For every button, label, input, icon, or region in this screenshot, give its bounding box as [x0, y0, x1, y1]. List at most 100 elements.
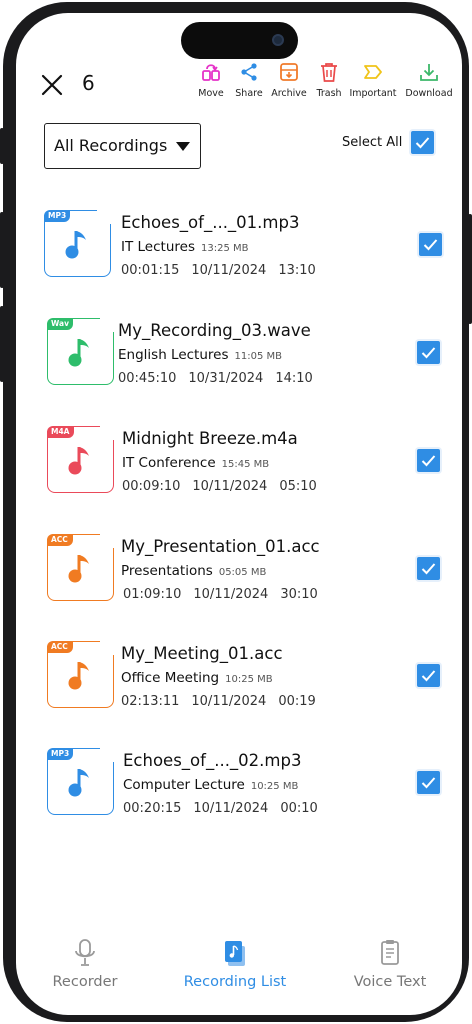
recording-name: Echoes_of_..._01.mp3: [121, 213, 300, 232]
recording-item[interactable]: M4A Midnight Breeze.m4a IT Conference 15:…: [16, 426, 462, 516]
recording-checkbox[interactable]: [417, 557, 440, 580]
nav-recording-list-label: Recording List: [183, 974, 287, 990]
recordings-filter-dropdown[interactable]: All Recordings: [44, 123, 201, 169]
time: 00:10: [280, 801, 318, 816]
audio-file-icon: M4A: [47, 426, 114, 493]
audio-file-icon: MP3: [47, 748, 114, 815]
duration: 00:20:15: [123, 801, 182, 816]
recording-name: My_Meeting_01.acc: [121, 644, 283, 663]
recording-item[interactable]: ACC My_Presentation_01.acc Presentations…: [16, 534, 462, 624]
important-tag-icon: [364, 65, 382, 79]
nav-recorder-label: Recorder: [52, 974, 118, 990]
checkmark-icon: [423, 239, 438, 251]
nav-recording-list[interactable]: Recording List: [165, 938, 305, 990]
duration: 02:13:11: [121, 694, 180, 709]
date: 10/11/2024: [191, 263, 267, 278]
recording-checkbox[interactable]: [417, 771, 440, 794]
recording-category: Office Meeting 10:25 MB: [121, 670, 273, 686]
recording-name: My_Recording_03.wave: [118, 321, 311, 340]
music-note-icon: [68, 555, 89, 583]
audio-file-icon: MP3: [44, 210, 111, 277]
time: 14:10: [275, 371, 313, 386]
microphone-icon: [75, 939, 95, 966]
recording-meta: 00:20:15 10/11/2024 00:10: [123, 801, 330, 816]
caret-down-icon: [176, 142, 190, 151]
file-size: 05:05 MB: [218, 567, 267, 578]
checkmark-icon: [421, 670, 436, 682]
checkmark-icon: [421, 455, 436, 467]
music-note-icon: [68, 447, 89, 475]
dynamic-island: [181, 22, 298, 59]
file-type-badge: MP3: [44, 210, 71, 222]
close-icon: [41, 74, 63, 96]
recording-list-icon: [225, 941, 245, 966]
recording-checkbox[interactable]: [417, 341, 440, 364]
checkmark-icon: [421, 563, 436, 575]
recording-name: My_Presentation_01.acc: [121, 537, 320, 556]
audio-file-icon: Wav: [47, 318, 114, 385]
filter-selected-value: All Recordings: [54, 136, 168, 155]
file-type-badge: M4A: [47, 426, 74, 438]
checkmark-icon: [415, 137, 430, 149]
phone-frame: 6 Move Share Archive Trash Important Dow…: [3, 2, 469, 1022]
date: 10/31/2024: [188, 371, 264, 386]
audio-file-icon: ACC: [47, 534, 114, 601]
nav-recorder[interactable]: Recorder: [16, 938, 155, 990]
recording-category: IT Lectures 13:25 MB: [121, 239, 249, 255]
trash-icon: [321, 63, 337, 82]
select-all-label: Select All: [342, 135, 403, 150]
checkmark-icon: [421, 347, 436, 359]
camera-icon: [272, 34, 284, 46]
recording-checkbox[interactable]: [417, 449, 440, 472]
archive-icon: [280, 63, 298, 81]
recording-meta: 01:09:10 10/11/2024 30:10: [123, 587, 330, 602]
recording-category: English Lectures 11:05 MB: [118, 347, 282, 363]
date: 10/11/2024: [193, 801, 269, 816]
voice-text-icon: [381, 940, 399, 965]
duration: 00:01:15: [121, 263, 180, 278]
download-button[interactable]: Download: [402, 61, 456, 99]
music-note-icon: [68, 769, 89, 797]
recording-checkbox[interactable]: [419, 233, 442, 256]
file-size: 10:25 MB: [225, 674, 273, 685]
date: 10/11/2024: [192, 479, 268, 494]
recording-meta: 02:13:11 10/11/2024 00:19: [121, 694, 328, 709]
recording-meta: 00:09:10 10/11/2024 05:10: [122, 479, 329, 494]
time: 05:10: [279, 479, 317, 494]
date: 10/11/2024: [191, 694, 267, 709]
recording-name: Echoes_of_..._02.mp3: [123, 751, 302, 770]
audio-file-icon: ACC: [47, 641, 114, 708]
important-button[interactable]: Important: [346, 61, 400, 99]
time: 30:10: [280, 587, 318, 602]
select-all-checkbox[interactable]: [411, 131, 434, 154]
recording-meta: 00:01:15 10/11/2024 13:10: [121, 263, 328, 278]
nav-voice-text[interactable]: Voice Text: [320, 938, 460, 990]
file-size: 15:45 MB: [221, 459, 270, 470]
recording-item[interactable]: MP3 Echoes_of_..._01.mp3 IT Lectures 13:2…: [16, 210, 462, 300]
recording-checkbox[interactable]: [417, 664, 440, 687]
file-type-badge: ACC: [47, 534, 73, 546]
selected-count: 6: [82, 71, 95, 95]
recording-category: IT Conference 15:45 MB: [122, 455, 270, 471]
file-size: 11:05 MB: [234, 351, 283, 362]
file-size: 10:25 MB: [250, 781, 299, 792]
music-note-icon: [68, 662, 89, 690]
recording-item[interactable]: Wav My_Recording_03.wave English Lecture…: [16, 318, 462, 408]
recording-name: Midnight Breeze.m4a: [122, 429, 298, 448]
download-label: Download: [405, 88, 453, 99]
important-label: Important: [349, 88, 397, 99]
download-icon: [420, 64, 438, 81]
recording-item[interactable]: ACC My_Meeting_01.acc Office Meeting 10:2…: [16, 641, 462, 731]
file-type-badge: Wav: [47, 318, 73, 330]
recording-item[interactable]: MP3 Echoes_of_..._02.mp3 Computer Lectur…: [16, 748, 462, 838]
checkmark-icon: [421, 777, 436, 789]
duration: 00:09:10: [122, 479, 181, 494]
time: 00:19: [278, 694, 316, 709]
time: 13:10: [278, 263, 316, 278]
music-note-icon: [65, 231, 86, 259]
close-selection-button[interactable]: [40, 73, 64, 97]
app-screen: 6 Move Share Archive Trash Important Dow…: [16, 13, 462, 1015]
music-note-icon: [68, 339, 89, 367]
recording-category: Computer Lecture 10:25 MB: [123, 777, 299, 793]
file-type-badge: MP3: [47, 748, 74, 760]
